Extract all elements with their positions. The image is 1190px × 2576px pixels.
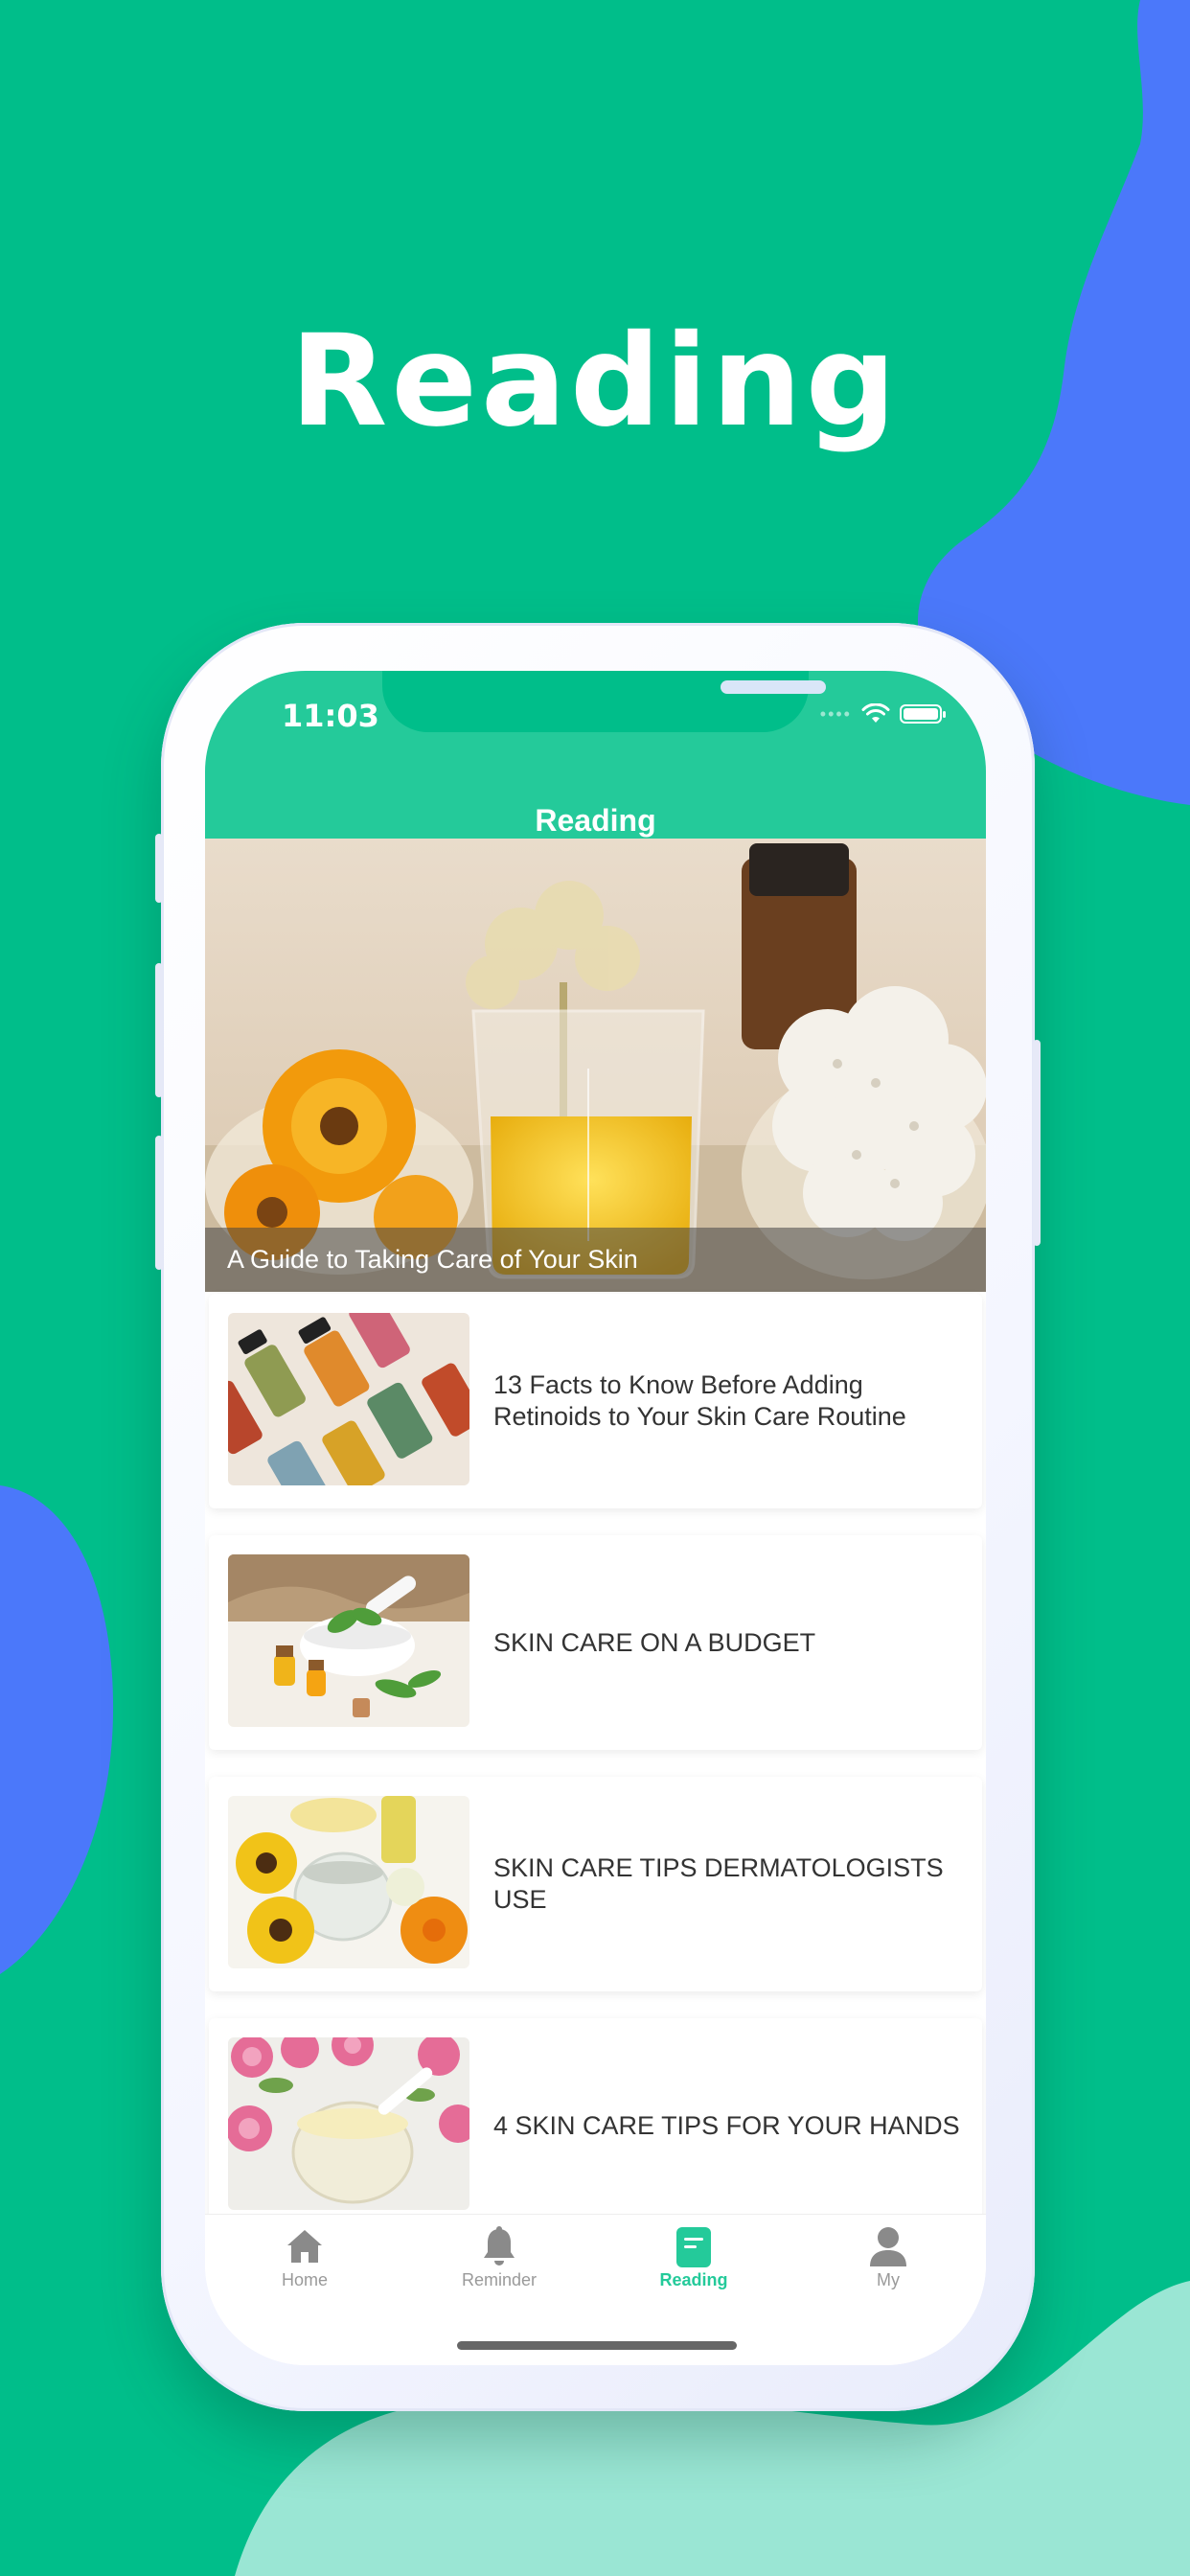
battery-icon	[900, 704, 946, 724]
article-title: SKIN CARE ON A BUDGET	[493, 1627, 816, 1657]
phone-screen: 11:03 •••• Reading A Guide to Taking Car…	[205, 671, 986, 2365]
document-icon	[676, 2227, 711, 2267]
status-icons: ••••	[819, 703, 946, 724]
volume-down-button	[155, 1136, 163, 1270]
bell-icon	[484, 2226, 515, 2266]
notch	[382, 671, 826, 732]
status-bar: 11:03 ••••	[205, 671, 986, 776]
article-card[interactable]: 13 Facts to Know Before Adding Retinoids…	[209, 1294, 982, 1508]
signal-icon: ••••	[819, 703, 852, 724]
person-icon	[870, 2227, 906, 2266]
article-thumbnail	[228, 1796, 469, 1968]
featured-article-title: A Guide to Taking Care of Your Skin	[205, 1228, 986, 1292]
tab-home[interactable]: Home	[238, 2224, 372, 2291]
tab-label: Reminder	[461, 2270, 538, 2289]
article-title: SKIN CARE TIPS DERMATOLOGISTS USE	[493, 1853, 944, 1914]
featured-article-image	[205, 839, 986, 1292]
tab-label: Home	[281, 2270, 328, 2289]
home-indicator[interactable]	[457, 2341, 737, 2350]
tab-my[interactable]: My	[821, 2224, 955, 2291]
article-thumbnail	[228, 1313, 469, 1485]
article-title: 13 Facts to Know Before Adding Retinoids…	[493, 1370, 906, 1431]
speaker-grille	[721, 680, 826, 694]
tab-reminder[interactable]: Reminder	[432, 2224, 566, 2291]
tab-reading[interactable]: Reading	[627, 2224, 761, 2291]
mute-switch	[155, 834, 163, 903]
blue-blob-left	[0, 1485, 114, 1974]
page-headline: Reading	[289, 308, 901, 455]
article-card[interactable]: 4 SKIN CARE TIPS FOR YOUR HANDS	[209, 2018, 982, 2233]
wifi-icon	[861, 703, 890, 723]
tab-label: Reading	[659, 2270, 728, 2289]
article-card[interactable]: SKIN CARE ON A BUDGET	[209, 1535, 982, 1750]
article-thumbnail	[228, 2037, 469, 2210]
volume-up-button	[155, 963, 163, 1097]
article-thumbnail	[228, 1554, 469, 1727]
article-title: 4 SKIN CARE TIPS FOR YOUR HANDS	[493, 2110, 960, 2140]
tab-label: My	[877, 2270, 900, 2289]
power-button	[1033, 1040, 1041, 1246]
featured-article[interactable]: A Guide to Taking Care of Your Skin	[205, 839, 986, 1292]
article-card[interactable]: SKIN CARE TIPS DERMATOLOGISTS USE	[209, 1777, 982, 1991]
status-time: 11:03	[282, 698, 379, 734]
home-icon	[287, 2230, 322, 2263]
